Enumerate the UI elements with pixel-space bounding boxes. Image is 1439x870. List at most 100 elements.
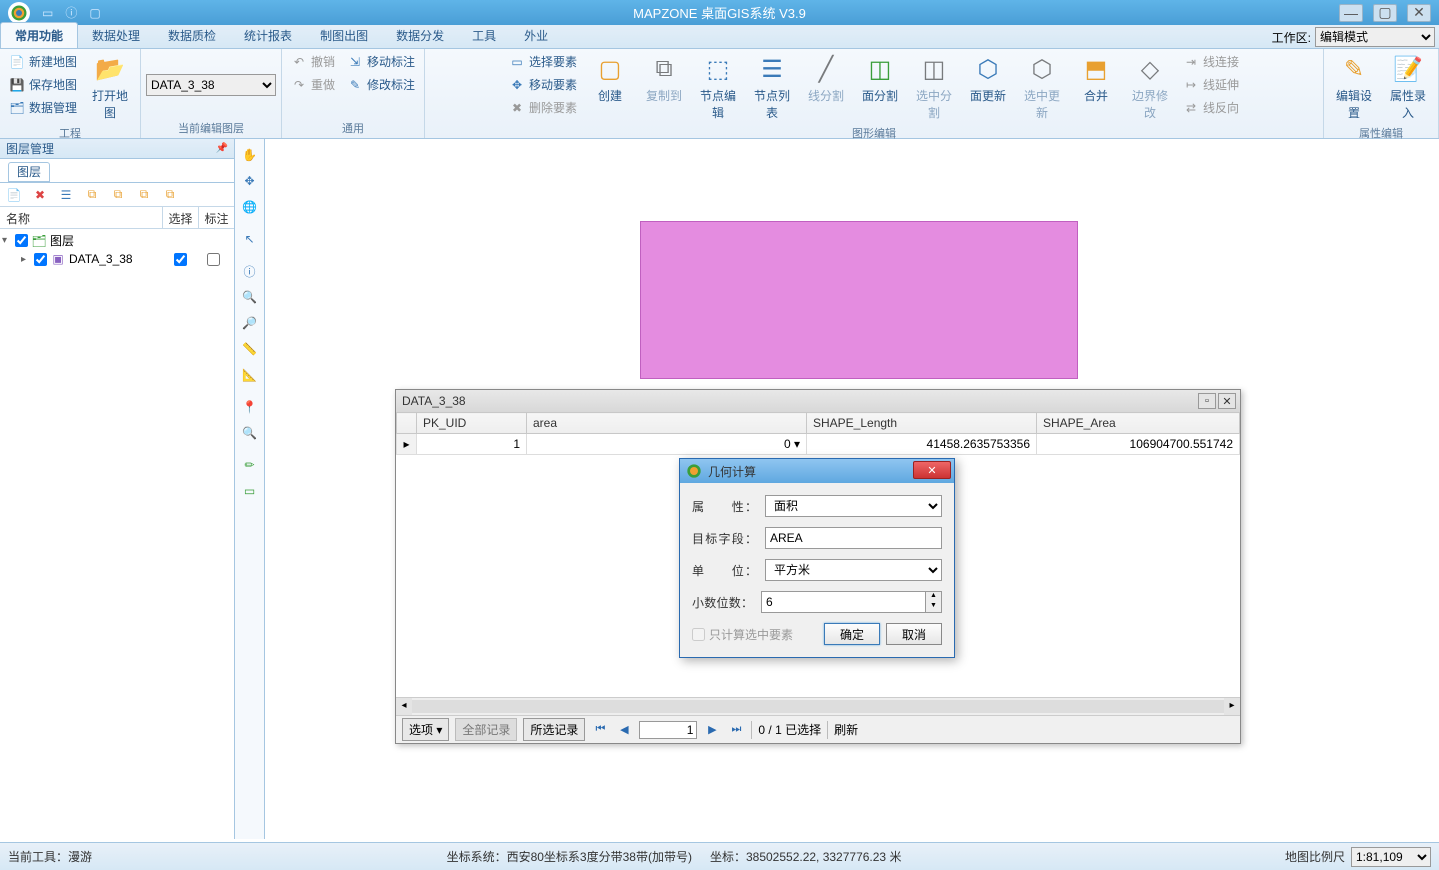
spin-up-icon[interactable]: ▲ <box>926 592 941 602</box>
line-extend-button[interactable]: ↦线延伸 <box>1179 74 1243 95</box>
line-connect-button[interactable]: ⇥线连接 <box>1179 51 1243 72</box>
spin-down-icon[interactable]: ▼ <box>926 602 941 612</box>
info-tool-icon[interactable]: ⓘ <box>238 259 262 283</box>
tab-stats[interactable]: 统计报表 <box>230 23 306 48</box>
minimize-button[interactable]: — <box>1339 4 1363 22</box>
area-update-button[interactable]: ⬡面更新 <box>963 51 1013 106</box>
attr-input-button[interactable]: 📝属性录入 <box>1383 51 1433 123</box>
current-layer-select[interactable]: DATA_3_38 <box>146 74 276 96</box>
workspace-mode-select[interactable]: 编辑模式 <box>1315 27 1435 47</box>
last-page-icon[interactable]: ⏭ <box>727 721 745 739</box>
rect-tool-icon[interactable]: ▭ <box>238 479 262 503</box>
item-label-checkbox[interactable] <box>207 253 220 266</box>
pin-icon[interactable]: 📌 <box>216 143 228 154</box>
tab-distribute[interactable]: 数据分发 <box>382 23 458 48</box>
boundary-edit-button[interactable]: ◇边界修改 <box>1125 51 1175 123</box>
layer-tb-group2-icon[interactable]: ⧉ <box>108 186 128 204</box>
create-button[interactable]: ▢创建 <box>585 51 635 106</box>
maximize-button[interactable]: ▢ <box>1373 4 1397 22</box>
tree-root[interactable]: ▾ 🗂 图层 <box>2 231 232 250</box>
refresh-button[interactable]: 刷新 <box>834 721 858 738</box>
edit-label-button[interactable]: ✎修改标注 <box>343 74 419 95</box>
scroll-right-icon[interactable]: ▸ <box>1224 698 1240 715</box>
col-pkuid[interactable]: PK_UID <box>417 413 527 434</box>
layer-tb-group3-icon[interactable]: ⧉ <box>134 186 154 204</box>
table-row[interactable]: ▸ 1 0 ▾ 41458.2635753356 106904700.55174… <box>397 434 1240 455</box>
cell-pkuid[interactable]: 1 <box>417 434 527 455</box>
layer-tb-group1-icon[interactable]: ⧉ <box>82 186 102 204</box>
decimal-input[interactable] <box>761 591 926 613</box>
select-feature-button[interactable]: ▭选择要素 <box>505 51 581 72</box>
new-map-button[interactable]: 📄新建地图 <box>5 51 81 72</box>
first-page-icon[interactable]: ⏮ <box>591 721 609 739</box>
attr-close-button[interactable]: ✕ <box>1218 393 1236 409</box>
qat-item-icon[interactable]: ▭ <box>42 6 53 20</box>
line-split-button[interactable]: ╱线分割 <box>801 51 851 106</box>
item-visibility-checkbox[interactable] <box>34 253 47 266</box>
area-split-button[interactable]: ◫面分割 <box>855 51 905 106</box>
expand-icon[interactable]: ▾ <box>2 235 12 246</box>
edit-settings-button[interactable]: ✎编辑设置 <box>1329 51 1379 123</box>
layer-tb-new-icon[interactable]: 📄 <box>4 186 24 204</box>
expand-icon[interactable]: ▸ <box>21 254 31 265</box>
cell-area[interactable]: 0 ▾ <box>527 434 807 455</box>
unit-select[interactable]: 平方米 <box>765 559 942 581</box>
decimal-spinner[interactable]: ▲▼ <box>761 591 942 613</box>
page-input[interactable] <box>639 721 697 739</box>
options-button[interactable]: 选项 ▾ <box>402 718 449 741</box>
open-map-button[interactable]: 📂 打开地图 <box>85 51 135 123</box>
col-shape-area[interactable]: SHAPE_Area <box>1037 413 1240 434</box>
copy-to-button[interactable]: ⧉复制到 <box>639 51 689 106</box>
save-map-button[interactable]: 💾保存地图 <box>5 74 81 95</box>
tab-data-process[interactable]: 数据处理 <box>78 23 154 48</box>
globe-tool-icon[interactable]: 🌐 <box>238 195 262 219</box>
layer-tb-view-icon[interactable]: ☰ <box>56 186 76 204</box>
geom-close-button[interactable]: ✕ <box>913 461 951 479</box>
measure-line-icon[interactable]: 📏 <box>238 337 262 361</box>
tab-tools[interactable]: 工具 <box>458 23 510 48</box>
move-tool-icon[interactable]: ✥ <box>238 169 262 193</box>
target-field-input[interactable] <box>765 527 942 549</box>
undo-button[interactable]: ↶撤销 <box>287 51 339 72</box>
next-page-icon[interactable]: ▶ <box>703 721 721 739</box>
draw-tool-icon[interactable]: ✏ <box>238 453 262 477</box>
cell-shape-length[interactable]: 41458.2635753356 <box>807 434 1037 455</box>
sel-update-button[interactable]: ⬡选中更新 <box>1017 51 1067 123</box>
node-list-button[interactable]: ☰节点列表 <box>747 51 797 123</box>
pan-tool-icon[interactable]: ✋ <box>238 143 262 167</box>
col-shape-length[interactable]: SHAPE_Length <box>807 413 1037 434</box>
item-select-checkbox[interactable] <box>174 253 187 266</box>
tab-data-qc[interactable]: 数据质检 <box>154 23 230 48</box>
tab-common[interactable]: 常用功能 <box>0 22 78 48</box>
search-tool-icon[interactable]: 🔍 <box>238 421 262 445</box>
cancel-button[interactable]: 取消 <box>886 623 942 645</box>
scale-select[interactable]: 1:81,109 <box>1351 847 1431 867</box>
move-feature-button[interactable]: ✥移动要素 <box>505 74 581 95</box>
layer-tb-remove-icon[interactable]: ✖ <box>30 186 50 204</box>
attr-window-titlebar[interactable]: DATA_3_38 ▫ ✕ <box>396 390 1240 412</box>
attr-maximize-button[interactable]: ▫ <box>1198 393 1216 409</box>
layer-tb-group4-icon[interactable]: ⧉ <box>160 186 180 204</box>
qat-info-icon[interactable]: ⓘ <box>65 4 77 21</box>
all-records-button[interactable]: 全部记录 <box>455 718 517 741</box>
line-reverse-button[interactable]: ⇄线反向 <box>1179 97 1243 118</box>
measure-area-icon[interactable]: 📐 <box>238 363 262 387</box>
prev-page-icon[interactable]: ◀ <box>615 721 633 739</box>
feature-polygon[interactable] <box>640 221 1078 379</box>
tree-item[interactable]: ▸ ▣ DATA_3_38 <box>2 250 232 268</box>
geom-dialog-titlebar[interactable]: 几何计算 ✕ <box>680 459 954 483</box>
node-edit-button[interactable]: ⬚节点编辑 <box>693 51 743 123</box>
attr-hscrollbar[interactable]: ◂ ▸ <box>396 697 1240 715</box>
delete-feature-button[interactable]: ✖删除要素 <box>505 97 581 118</box>
ok-button[interactable]: 确定 <box>824 623 880 645</box>
scroll-left-icon[interactable]: ◂ <box>396 698 412 715</box>
qat-window-icon[interactable]: ▢ <box>89 6 100 20</box>
data-mgmt-button[interactable]: 🗂数据管理 <box>5 97 81 118</box>
redo-button[interactable]: ↷重做 <box>287 74 339 95</box>
sel-split-button[interactable]: ◫选中分割 <box>909 51 959 123</box>
selected-records-button[interactable]: 所选记录 <box>523 718 585 741</box>
attribute-select[interactable]: 面积 <box>765 495 942 517</box>
root-visibility-checkbox[interactable] <box>15 234 28 247</box>
cell-shape-area[interactable]: 106904700.551742 <box>1037 434 1240 455</box>
pointer-tool-icon[interactable]: ↖ <box>238 227 262 251</box>
